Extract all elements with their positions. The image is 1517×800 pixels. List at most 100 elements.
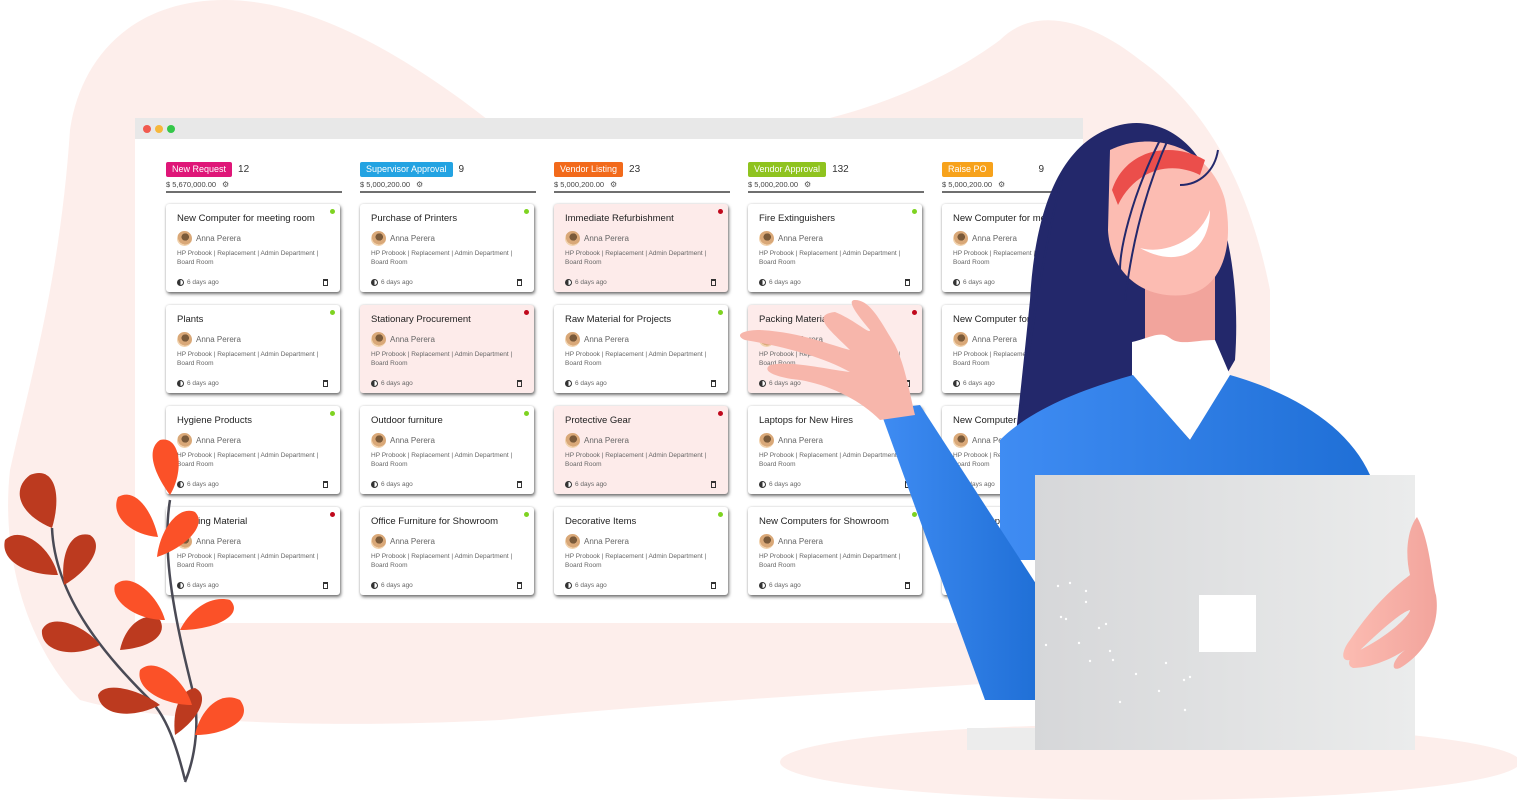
time-ago: 6 days ago bbox=[963, 380, 995, 387]
card-time: 6 days ago bbox=[759, 279, 801, 286]
card-time: 6 days ago bbox=[371, 582, 413, 589]
time-ago: 6 days ago bbox=[769, 481, 801, 488]
window-maximize-button[interactable] bbox=[167, 124, 175, 133]
column-stage-badge[interactable]: New Request bbox=[166, 162, 233, 177]
trash-icon[interactable] bbox=[517, 582, 522, 589]
column-count: 132 bbox=[832, 164, 849, 175]
request-card[interactable]: Hygiene Products Anna Perera HP Probook … bbox=[166, 406, 340, 494]
assignee-name: Anna Perera bbox=[778, 537, 823, 546]
card-title: Decorative Items bbox=[565, 516, 637, 527]
clock-icon bbox=[565, 582, 572, 589]
request-card[interactable]: New Computer for meeting room Anna Perer… bbox=[942, 507, 1116, 595]
request-card[interactable]: New Computer for meeting room Anna Perer… bbox=[942, 204, 1116, 292]
column-stage-badge[interactable]: Vendor Approval bbox=[748, 162, 827, 177]
card-title: Purchase of Printers bbox=[371, 213, 458, 224]
request-card[interactable]: Stationary Procurement Anna Perera HP Pr… bbox=[360, 305, 534, 393]
card-meta: HP Probook | Replacement | Admin Departm… bbox=[177, 553, 319, 569]
avatar bbox=[177, 433, 192, 448]
trash-icon[interactable] bbox=[711, 481, 716, 488]
card-meta: HP Probook | Replacement | Admin Departm… bbox=[565, 250, 707, 266]
status-indicator bbox=[912, 411, 917, 416]
clock-icon bbox=[371, 380, 378, 387]
request-card[interactable]: Raw Material for Projects Anna Perera HP… bbox=[554, 305, 728, 393]
card-time: 6 days ago bbox=[371, 279, 413, 286]
trash-icon[interactable] bbox=[905, 582, 910, 589]
avatar bbox=[953, 534, 968, 549]
assignee-name: Anna Perera bbox=[390, 234, 435, 243]
request-card[interactable]: Decorative Items Anna Perera HP Probook … bbox=[554, 507, 728, 595]
avatar bbox=[371, 433, 386, 448]
blob-floor bbox=[780, 724, 1517, 800]
assignee-name: Anna Perera bbox=[196, 234, 241, 243]
gear-icon[interactable]: ⚙ bbox=[610, 180, 617, 189]
trash-icon[interactable] bbox=[711, 582, 716, 589]
window-minimize-button[interactable] bbox=[155, 124, 163, 133]
column-count: 23 bbox=[629, 164, 641, 175]
trash-icon[interactable] bbox=[323, 582, 328, 589]
trash-icon[interactable] bbox=[323, 380, 328, 387]
column-total-amount: $ 5,000,200.00 bbox=[748, 180, 799, 189]
request-card[interactable]: Packing Material Anna Perera HP Probook … bbox=[748, 305, 922, 393]
avatar bbox=[177, 332, 192, 347]
trash-icon[interactable] bbox=[323, 279, 328, 286]
status-indicator bbox=[330, 209, 335, 214]
request-card[interactable]: Laptops for New Hires Anna Perera HP Pro… bbox=[748, 406, 922, 494]
request-card[interactable]: New Computers for Showroom Anna Perera H… bbox=[748, 507, 922, 595]
avatar bbox=[371, 332, 386, 347]
gear-icon[interactable]: ⚙ bbox=[416, 180, 423, 189]
trash-icon[interactable] bbox=[905, 481, 910, 488]
trash-icon[interactable] bbox=[905, 279, 910, 286]
card-time: 6 days ago bbox=[953, 582, 995, 589]
trash-icon[interactable] bbox=[1099, 481, 1104, 488]
gear-icon[interactable]: ⚙ bbox=[998, 180, 1005, 189]
window-close-button[interactable] bbox=[143, 124, 151, 133]
request-card[interactable]: Outdoor furniture Anna Perera HP Probook… bbox=[360, 406, 534, 494]
kanban-column: Raise PO 9 $ 5,000,200.00 ⚙ New Computer… bbox=[942, 162, 1118, 608]
trash-icon[interactable] bbox=[1099, 582, 1104, 589]
card-meta: HP Probook | Replacement | Admin Departm… bbox=[177, 250, 319, 266]
status-indicator bbox=[912, 209, 917, 214]
request-card[interactable]: Purchase of Printers Anna Perera HP Prob… bbox=[360, 204, 534, 292]
assignee-name: Anna Perera bbox=[972, 537, 1017, 546]
card-title: Protective Gear bbox=[565, 415, 631, 426]
time-ago: 6 days ago bbox=[381, 481, 413, 488]
card-title: Packing Material bbox=[759, 314, 830, 325]
status-indicator bbox=[330, 310, 335, 315]
column-header: New Request 12 $ 5,670,000.00 ⚙ bbox=[166, 162, 342, 193]
kanban-board: New Request 12 $ 5,670,000.00 ⚙ New Comp… bbox=[166, 162, 1118, 608]
status-indicator bbox=[524, 512, 529, 517]
column-stage-badge[interactable]: Vendor Listing bbox=[554, 162, 624, 177]
request-card[interactable]: Protective Gear Anna Perera HP Probook |… bbox=[554, 406, 728, 494]
card-meta: HP Probook | Replacement | Admin Departm… bbox=[565, 351, 707, 367]
gear-icon[interactable]: ⚙ bbox=[804, 180, 811, 189]
request-card[interactable]: Packing Material Anna Perera HP Probook … bbox=[166, 507, 340, 595]
request-card[interactable]: Immediate Refurbishment Anna Perera HP P… bbox=[554, 204, 728, 292]
request-card[interactable]: Fire Extinguishers Anna Perera HP Proboo… bbox=[748, 204, 922, 292]
trash-icon[interactable] bbox=[1099, 279, 1104, 286]
card-time: 6 days ago bbox=[565, 279, 607, 286]
trash-icon[interactable] bbox=[323, 481, 328, 488]
card-meta: HP Probook | Replacement | Admin Departm… bbox=[371, 553, 513, 569]
request-card[interactable]: Office Furniture for Showroom Anna Perer… bbox=[360, 507, 534, 595]
request-card[interactable]: New Computer for meeting room Anna Perer… bbox=[942, 305, 1116, 393]
card-time: 6 days ago bbox=[759, 582, 801, 589]
request-card[interactable]: New Computer for meeting room Anna Perer… bbox=[166, 204, 340, 292]
gear-icon[interactable]: ⚙ bbox=[222, 180, 229, 189]
trash-icon[interactable] bbox=[517, 481, 522, 488]
card-meta: HP Probook | Replacement | Admin Departm… bbox=[177, 351, 319, 367]
request-card[interactable]: New Computer for meeting room Anna Perer… bbox=[942, 406, 1116, 494]
trash-icon[interactable] bbox=[517, 279, 522, 286]
trash-icon[interactable] bbox=[517, 380, 522, 387]
trash-icon[interactable] bbox=[905, 380, 910, 387]
card-time: 6 days ago bbox=[759, 380, 801, 387]
trash-icon[interactable] bbox=[711, 380, 716, 387]
request-card[interactable]: Plants Anna Perera HP Probook | Replacem… bbox=[166, 305, 340, 393]
assignee-name: Anna Perera bbox=[390, 537, 435, 546]
trash-icon[interactable] bbox=[711, 279, 716, 286]
card-title: Hygiene Products bbox=[177, 415, 252, 426]
card-meta: HP Probook | Replacement | Admin Departm… bbox=[759, 250, 901, 266]
column-stage-badge[interactable]: Supervisor Approval bbox=[360, 162, 453, 177]
column-stage-badge[interactable]: Raise PO bbox=[942, 162, 993, 177]
time-ago: 6 days ago bbox=[769, 582, 801, 589]
trash-icon[interactable] bbox=[1099, 380, 1104, 387]
